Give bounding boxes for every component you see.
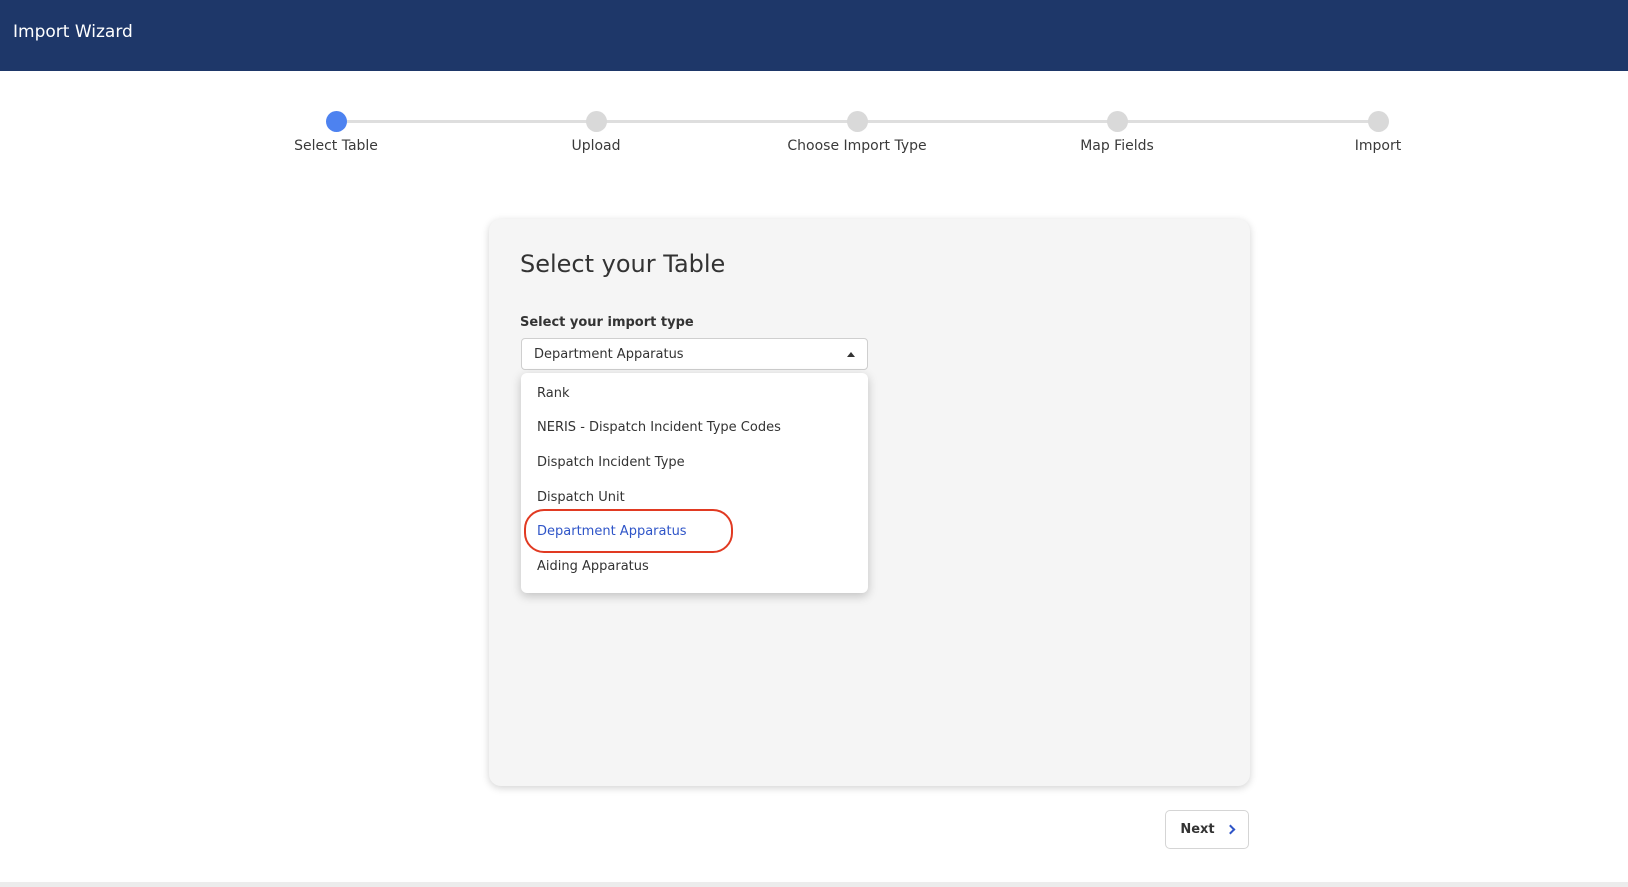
option-label: Dispatch Incident Type bbox=[537, 454, 685, 470]
option-label: Aiding Apparatus bbox=[537, 558, 649, 574]
step-map-fields[interactable]: Map Fields bbox=[1027, 106, 1207, 154]
step-select-table[interactable]: Select Table bbox=[246, 106, 426, 154]
step-upload[interactable]: Upload bbox=[506, 106, 686, 154]
step-label: Import bbox=[1354, 138, 1402, 154]
step-label: Map Fields bbox=[1080, 138, 1154, 154]
step-label: Select Table bbox=[294, 138, 378, 154]
import-type-select[interactable]: Department Apparatus bbox=[521, 338, 868, 370]
import-type-label: Select your import type bbox=[520, 315, 694, 330]
bottom-border bbox=[0, 882, 1628, 887]
step-indicator bbox=[1106, 111, 1128, 132]
caret-up-icon bbox=[847, 352, 855, 357]
step-label: Upload bbox=[571, 138, 621, 154]
option-department-apparatus[interactable]: Department Apparatus bbox=[521, 509, 868, 554]
chevron-right-icon bbox=[1225, 824, 1236, 835]
import-type-dropdown: Rank NERIS - Dispatch Incident Type Code… bbox=[521, 373, 868, 593]
option-label: NERIS - Dispatch Incident Type Codes bbox=[537, 420, 781, 436]
next-button[interactable]: Next bbox=[1165, 810, 1249, 849]
option-neris-dispatch-incident-type-codes[interactable]: NERIS - Dispatch Incident Type Codes bbox=[521, 411, 868, 446]
option-label: Rank bbox=[537, 385, 570, 401]
card-title: Select your Table bbox=[520, 250, 726, 278]
step-indicator bbox=[1367, 111, 1389, 132]
option-dispatch-incident-type[interactable]: Dispatch Incident Type bbox=[521, 445, 868, 480]
step-choose-import-type[interactable]: Choose Import Type bbox=[767, 106, 947, 154]
highlight-annotation bbox=[524, 509, 733, 554]
select-value: Department Apparatus bbox=[534, 346, 684, 362]
app-title: Import Wizard bbox=[13, 21, 133, 42]
app-header: Import Wizard bbox=[0, 0, 1628, 71]
option-rank[interactable]: Rank bbox=[521, 376, 868, 411]
step-indicator bbox=[846, 111, 868, 132]
step-import[interactable]: Import bbox=[1288, 106, 1468, 154]
wizard-stepper: Select Table Upload Choose Import Type M… bbox=[294, 106, 1423, 166]
option-aiding-apparatus[interactable]: Aiding Apparatus bbox=[521, 549, 868, 584]
option-label: Dispatch Unit bbox=[537, 489, 625, 505]
step-indicator-active bbox=[325, 111, 347, 132]
step-label: Choose Import Type bbox=[787, 138, 927, 154]
select-table-card: Select your Table Select your import typ… bbox=[489, 219, 1250, 786]
step-indicator bbox=[585, 111, 607, 132]
next-button-label: Next bbox=[1180, 822, 1215, 837]
